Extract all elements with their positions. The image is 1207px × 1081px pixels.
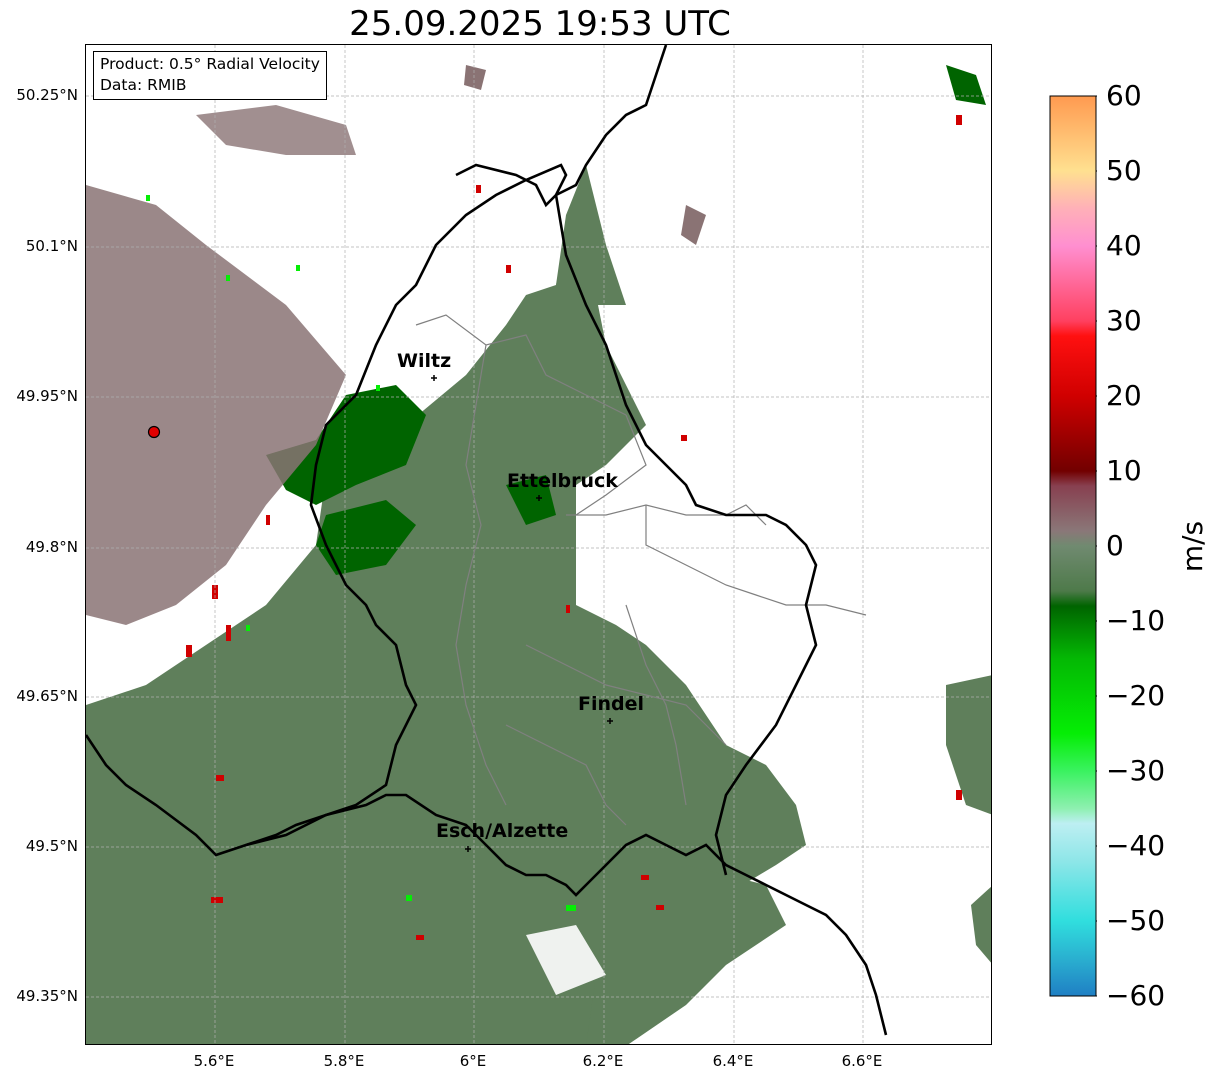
colorbar-tick-label: 30 — [1106, 304, 1142, 337]
map-title: 25.09.2025 19:53 UTC — [349, 4, 731, 44]
echo-east-strip — [946, 675, 991, 815]
echo-ne-patch — [946, 65, 986, 105]
lat-tick-label: 50.25°N — [16, 86, 78, 104]
radar-map[interactable] — [85, 44, 992, 1045]
lon-tick-label: 6.6°E — [841, 1052, 883, 1070]
colorbar-tick-label: 40 — [1106, 229, 1142, 262]
colorbar-tick-label: −10 — [1106, 604, 1166, 637]
product-label: Product: 0.5° Radial Velocity — [100, 55, 320, 73]
echo-north-band — [556, 165, 626, 305]
lat-tick-label: 50.1°N — [25, 237, 78, 255]
lat-tick-label: 49.95°N — [16, 387, 78, 405]
lat-tick-label: 49.8°N — [25, 538, 78, 556]
echo-nw-band — [196, 105, 356, 155]
colorbar-tick-label: 50 — [1106, 154, 1142, 187]
lat-tick-label: 49.65°N — [16, 687, 78, 705]
data-source-label: Data: RMIB — [100, 76, 187, 94]
lon-tick-label: 5.6°E — [193, 1052, 235, 1070]
colorbar-tick-label: −50 — [1106, 904, 1166, 937]
city-label-findel: Findel — [578, 693, 645, 715]
colorbar-tick-label: 0 — [1106, 529, 1124, 562]
lon-tick-label: 6°E — [459, 1052, 487, 1070]
lon-tick-label: 5.8°E — [323, 1052, 365, 1070]
colorbar-unit-label: m/s — [1176, 520, 1207, 573]
colorbar-tick-label: −20 — [1106, 679, 1166, 712]
velocity-field — [86, 65, 991, 1044]
city-label-ettelbruck: Ettelbruck — [507, 470, 618, 492]
lon-tick-label: 6.4°E — [712, 1052, 754, 1070]
colorbar-tick-label: −40 — [1106, 829, 1166, 862]
product-info-box: Product: 0.5° Radial Velocity Data: RMIB — [93, 51, 327, 100]
map-canvas — [86, 45, 991, 1044]
colorbar-tick-label: 20 — [1106, 379, 1142, 412]
colorbar-tick-label: 10 — [1106, 454, 1142, 487]
radar-site-marker — [147, 425, 161, 439]
echo-ne-cells — [681, 205, 706, 245]
colorbar-tick-label: −60 — [1106, 979, 1166, 1012]
lon-tick-label: 6.2°E — [582, 1052, 624, 1070]
echo-east-low — [971, 886, 991, 963]
lat-tick-label: 49.5°N — [25, 837, 78, 855]
colorbar-tick-label: 60 — [1106, 79, 1142, 112]
city-label-esch: Esch/Alzette — [436, 820, 569, 842]
velocity-colorbar — [1049, 95, 1097, 997]
colorbar-tick-label: −30 — [1106, 754, 1166, 787]
echo-nw-cells — [464, 65, 486, 90]
border-lu-de — [555, 45, 668, 197]
city-marker-wiltz — [431, 375, 437, 381]
city-label-wiltz: Wiltz — [397, 350, 452, 372]
lat-tick-label: 49.35°N — [16, 987, 78, 1005]
